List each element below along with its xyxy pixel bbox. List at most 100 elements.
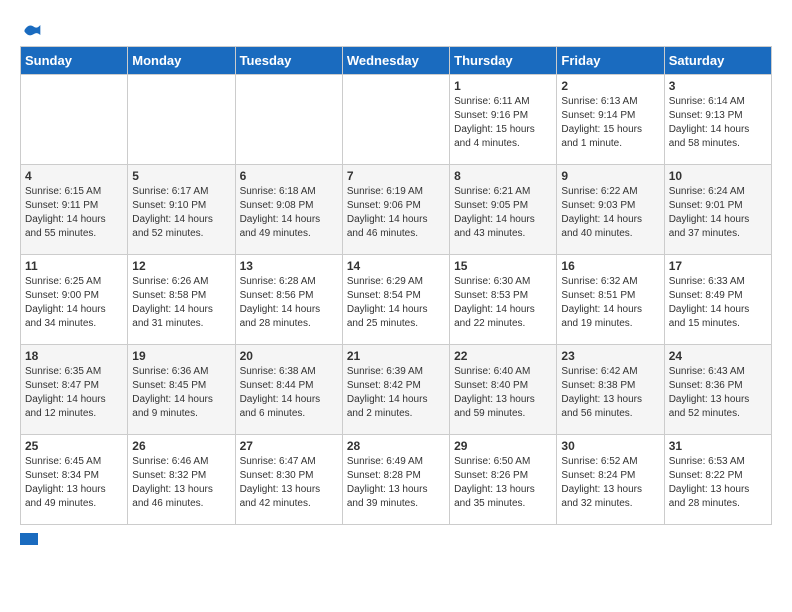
- day-info: Sunrise: 6:25 AM Sunset: 9:00 PM Dayligh…: [25, 275, 123, 331]
- calendar-day-cell: 25Sunrise: 6:45 AM Sunset: 8:34 PM Dayli…: [21, 435, 128, 525]
- calendar-day-cell: 14 Sunrise: 6:29 AM Sunset: 8:54 PM Dayli…: [342, 255, 449, 345]
- day-number: 4: [25, 169, 123, 183]
- day-info: Sunrise: 6:50 AM Sunset: 8:26 PM Dayligh…: [454, 455, 552, 511]
- calendar-day-cell: 10 Sunrise: 6:24 AM Sunset: 9:01 PM Dayli…: [664, 165, 771, 255]
- day-number: 7: [347, 169, 445, 183]
- day-info: Sunrise: 6:22 AM Sunset: 9:03 PM Dayligh…: [561, 185, 659, 241]
- day-info: Sunrise: 6:19 AM Sunset: 9:06 PM Dayligh…: [347, 185, 445, 241]
- day-info: Sunrise: 6:43 AM Sunset: 8:36 PM Dayligh…: [669, 365, 767, 421]
- calendar-day-cell: 6 Sunrise: 6:18 AM Sunset: 9:08 PM Daylig…: [235, 165, 342, 255]
- day-number: 26: [132, 439, 230, 453]
- calendar-day-cell: [21, 75, 128, 165]
- day-number: 11: [25, 259, 123, 273]
- calendar-day-cell: 8 Sunrise: 6:21 AM Sunset: 9:05 PM Daylig…: [450, 165, 557, 255]
- calendar-day-cell: 28 Sunrise: 6:49 AM Sunset: 8:28 PM Dayli…: [342, 435, 449, 525]
- day-info: Sunrise: 6:46 AM Sunset: 8:32 PM Dayligh…: [132, 455, 230, 511]
- day-number: 27: [240, 439, 338, 453]
- day-number: 12: [132, 259, 230, 273]
- day-number: 30: [561, 439, 659, 453]
- calendar-day-cell: 18 Sunrise: 6:35 AM Sunset: 8:47 PM Dayli…: [21, 345, 128, 435]
- day-number: 22: [454, 349, 552, 363]
- calendar-day-cell: 11 Sunrise: 6:25 AM Sunset: 9:00 PM Dayli…: [21, 255, 128, 345]
- day-number: 29: [454, 439, 552, 453]
- day-number: 17: [669, 259, 767, 273]
- calendar-day-cell: 4 Sunrise: 6:15 AM Sunset: 9:11 PM Daylig…: [21, 165, 128, 255]
- calendar-week-row: 25Sunrise: 6:45 AM Sunset: 8:34 PM Dayli…: [21, 435, 772, 525]
- day-info: Sunrise: 6:24 AM Sunset: 9:01 PM Dayligh…: [669, 185, 767, 241]
- day-of-week-header: Thursday: [450, 47, 557, 75]
- day-of-week-header: Friday: [557, 47, 664, 75]
- legend: [20, 533, 772, 545]
- day-info: Sunrise: 6:45 AM Sunset: 8:34 PM Dayligh…: [25, 455, 123, 511]
- calendar-day-cell: 13Sunrise: 6:28 AM Sunset: 8:56 PM Dayli…: [235, 255, 342, 345]
- day-of-week-header: Tuesday: [235, 47, 342, 75]
- calendar-week-row: 11 Sunrise: 6:25 AM Sunset: 9:00 PM Dayli…: [21, 255, 772, 345]
- day-number: 5: [132, 169, 230, 183]
- calendar-day-cell: [128, 75, 235, 165]
- day-number: 2: [561, 79, 659, 93]
- day-info: Sunrise: 6:18 AM Sunset: 9:08 PM Dayligh…: [240, 185, 338, 241]
- day-info: Sunrise: 6:17 AM Sunset: 9:10 PM Dayligh…: [132, 185, 230, 241]
- day-info: Sunrise: 6:49 AM Sunset: 8:28 PM Dayligh…: [347, 455, 445, 511]
- day-number: 16: [561, 259, 659, 273]
- calendar-table: SundayMondayTuesdayWednesdayThursdayFrid…: [20, 46, 772, 525]
- calendar-day-cell: 22 Sunrise: 6:40 AM Sunset: 8:40 PM Dayli…: [450, 345, 557, 435]
- day-number: 31: [669, 439, 767, 453]
- day-number: 9: [561, 169, 659, 183]
- day-number: 15: [454, 259, 552, 273]
- calendar-day-cell: 23 Sunrise: 6:42 AM Sunset: 8:38 PM Dayli…: [557, 345, 664, 435]
- day-info: Sunrise: 6:39 AM Sunset: 8:42 PM Dayligh…: [347, 365, 445, 421]
- day-number: 23: [561, 349, 659, 363]
- day-info: Sunrise: 6:35 AM Sunset: 8:47 PM Dayligh…: [25, 365, 123, 421]
- day-info: Sunrise: 6:15 AM Sunset: 9:11 PM Dayligh…: [25, 185, 123, 241]
- day-info: Sunrise: 6:29 AM Sunset: 8:54 PM Dayligh…: [347, 275, 445, 331]
- day-number: 8: [454, 169, 552, 183]
- day-number: 18: [25, 349, 123, 363]
- logo: [20, 20, 42, 36]
- day-info: Sunrise: 6:36 AM Sunset: 8:45 PM Dayligh…: [132, 365, 230, 421]
- day-number: 14: [347, 259, 445, 273]
- day-info: Sunrise: 6:30 AM Sunset: 8:53 PM Dayligh…: [454, 275, 552, 331]
- calendar-week-row: 4 Sunrise: 6:15 AM Sunset: 9:11 PM Daylig…: [21, 165, 772, 255]
- calendar-day-cell: 17 Sunrise: 6:33 AM Sunset: 8:49 PM Dayli…: [664, 255, 771, 345]
- calendar-day-cell: 7 Sunrise: 6:19 AM Sunset: 9:06 PM Daylig…: [342, 165, 449, 255]
- day-info: Sunrise: 6:11 AM Sunset: 9:16 PM Dayligh…: [454, 95, 552, 151]
- day-info: Sunrise: 6:14 AM Sunset: 9:13 PM Dayligh…: [669, 95, 767, 151]
- day-number: 10: [669, 169, 767, 183]
- day-number: 19: [132, 349, 230, 363]
- calendar-day-cell: 27Sunrise: 6:47 AM Sunset: 8:30 PM Dayli…: [235, 435, 342, 525]
- calendar-day-cell: 1 Sunrise: 6:11 AM Sunset: 9:16 PM Daylig…: [450, 75, 557, 165]
- calendar-day-cell: 24Sunrise: 6:43 AM Sunset: 8:36 PM Dayli…: [664, 345, 771, 435]
- day-number: 20: [240, 349, 338, 363]
- calendar-day-cell: 31Sunrise: 6:53 AM Sunset: 8:22 PM Dayli…: [664, 435, 771, 525]
- day-info: Sunrise: 6:33 AM Sunset: 8:49 PM Dayligh…: [669, 275, 767, 331]
- day-of-week-header: Saturday: [664, 47, 771, 75]
- legend-color-box: [20, 533, 38, 545]
- calendar-week-row: 18 Sunrise: 6:35 AM Sunset: 8:47 PM Dayli…: [21, 345, 772, 435]
- calendar-day-cell: 16 Sunrise: 6:32 AM Sunset: 8:51 PM Dayli…: [557, 255, 664, 345]
- calendar-day-cell: 20 Sunrise: 6:38 AM Sunset: 8:44 PM Dayli…: [235, 345, 342, 435]
- calendar-day-cell: [342, 75, 449, 165]
- day-info: Sunrise: 6:38 AM Sunset: 8:44 PM Dayligh…: [240, 365, 338, 421]
- day-number: 28: [347, 439, 445, 453]
- day-number: 3: [669, 79, 767, 93]
- day-info: Sunrise: 6:40 AM Sunset: 8:40 PM Dayligh…: [454, 365, 552, 421]
- calendar-day-cell: 12 Sunrise: 6:26 AM Sunset: 8:58 PM Dayli…: [128, 255, 235, 345]
- day-number: 21: [347, 349, 445, 363]
- day-number: 6: [240, 169, 338, 183]
- day-info: Sunrise: 6:13 AM Sunset: 9:14 PM Dayligh…: [561, 95, 659, 151]
- day-of-week-header: Sunday: [21, 47, 128, 75]
- day-info: Sunrise: 6:42 AM Sunset: 8:38 PM Dayligh…: [561, 365, 659, 421]
- logo-icon: [22, 20, 42, 40]
- day-info: Sunrise: 6:26 AM Sunset: 8:58 PM Dayligh…: [132, 275, 230, 331]
- calendar-day-cell: 29 Sunrise: 6:50 AM Sunset: 8:26 PM Dayli…: [450, 435, 557, 525]
- day-number: 1: [454, 79, 552, 93]
- day-info: Sunrise: 6:28 AM Sunset: 8:56 PM Dayligh…: [240, 275, 338, 331]
- calendar-day-cell: 15 Sunrise: 6:30 AM Sunset: 8:53 PM Dayli…: [450, 255, 557, 345]
- day-info: Sunrise: 6:32 AM Sunset: 8:51 PM Dayligh…: [561, 275, 659, 331]
- page-header: [20, 20, 772, 36]
- day-info: Sunrise: 6:52 AM Sunset: 8:24 PM Dayligh…: [561, 455, 659, 511]
- day-info: Sunrise: 6:21 AM Sunset: 9:05 PM Dayligh…: [454, 185, 552, 241]
- calendar-day-cell: 3 Sunrise: 6:14 AM Sunset: 9:13 PM Daylig…: [664, 75, 771, 165]
- calendar-day-cell: 5 Sunrise: 6:17 AM Sunset: 9:10 PM Daylig…: [128, 165, 235, 255]
